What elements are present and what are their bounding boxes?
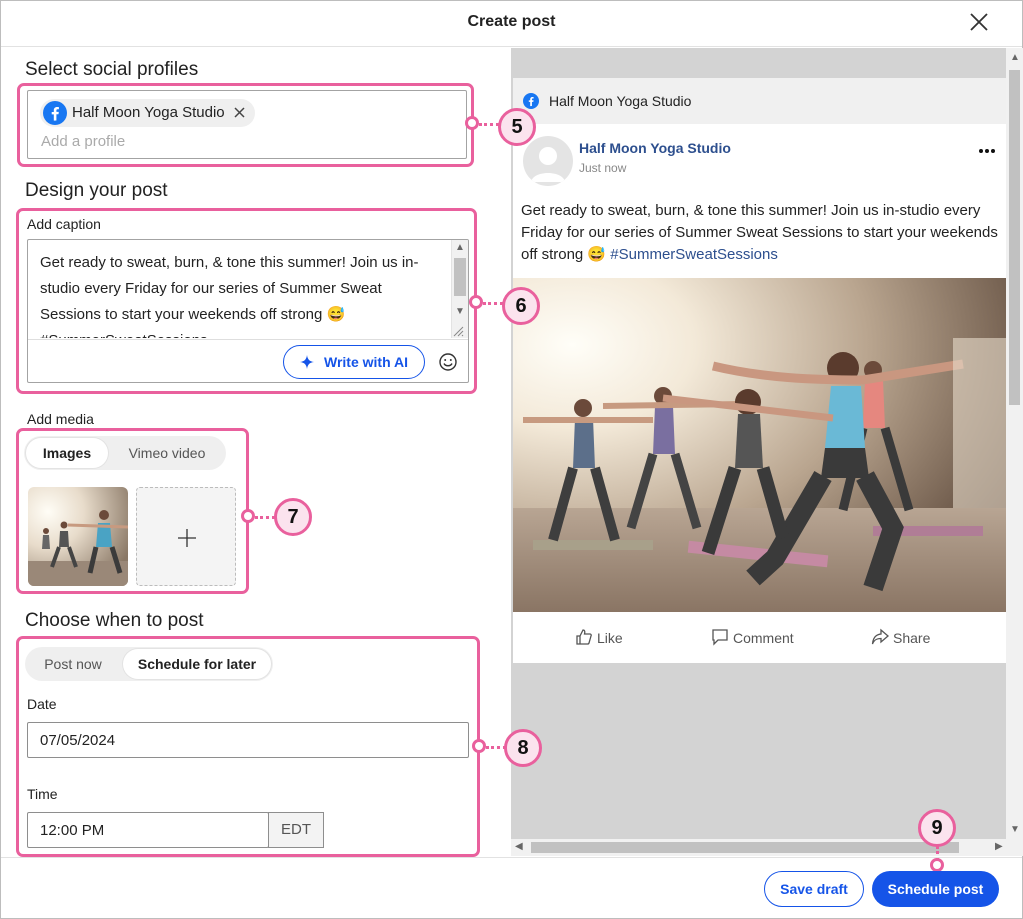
media-label: Add media — [27, 411, 94, 427]
comment-label: Comment — [733, 630, 794, 646]
profile-chip: Half Moon Yoga Studio — [40, 99, 255, 127]
facebook-post-preview: Half Moon Yoga Studio Just now Get ready… — [513, 124, 1006, 663]
remove-profile-icon[interactable] — [233, 106, 246, 119]
caption-textarea[interactable]: Get ready to sweat, burn, & tone this su… — [40, 250, 445, 338]
facebook-icon — [523, 93, 539, 109]
profile-chip-label: Half Moon Yoga Studio — [72, 104, 225, 121]
callout-5-badge: 5 — [498, 108, 536, 146]
more-options-icon[interactable] — [977, 148, 997, 154]
date-input[interactable] — [27, 722, 469, 758]
scroll-up-icon[interactable]: ▲ — [455, 242, 465, 253]
comment-icon — [712, 629, 728, 646]
save-draft-button[interactable]: Save draft — [764, 871, 864, 907]
tab-post-now[interactable]: Post now — [27, 649, 119, 679]
callout-7-line — [255, 516, 275, 519]
thumbs-up-icon — [576, 629, 592, 645]
time-input[interactable] — [27, 812, 269, 848]
post-actions: Like Comment Share — [513, 620, 1006, 656]
preview-page-bar: Half Moon Yoga Studio — [513, 78, 1006, 124]
resize-grip-icon[interactable] — [452, 325, 464, 337]
post-author: Half Moon Yoga Studio — [579, 140, 731, 156]
default-avatar-icon — [531, 147, 565, 182]
scroll-left-icon[interactable]: ◀ — [515, 841, 523, 852]
post-timing-toggle: Post now Schedule for later — [25, 647, 273, 681]
post-timestamp: Just now — [579, 161, 627, 175]
post-image — [513, 278, 1006, 612]
close-icon[interactable] — [968, 11, 990, 33]
add-profile-input[interactable] — [41, 133, 341, 150]
write-with-ai-label: Write with AI — [324, 354, 408, 370]
dialog-title: Create post — [467, 13, 556, 30]
dialog-header: Create post — [1, 1, 1022, 47]
share-button[interactable]: Share — [871, 628, 930, 646]
share-icon — [871, 628, 889, 645]
like-button[interactable]: Like — [575, 628, 623, 646]
share-label: Share — [893, 630, 931, 646]
scroll-down-icon[interactable]: ▼ — [1010, 824, 1020, 835]
callout-6-line — [483, 302, 503, 305]
like-label: Like — [597, 630, 623, 646]
callout-5-dot — [465, 116, 479, 130]
design-heading: Design your post — [25, 180, 168, 201]
caption-editor: Get ready to sweat, burn, & tone this su… — [27, 239, 469, 383]
profile-selector[interactable]: Half Moon Yoga Studio — [27, 90, 467, 159]
media-type-toggle: Images Vimeo video — [24, 436, 226, 470]
schedule-post-button[interactable]: Schedule post — [872, 871, 999, 907]
scroll-down-icon[interactable]: ▼ — [455, 306, 465, 317]
write-with-ai-button[interactable]: Write with AI — [283, 345, 425, 379]
scroll-right-icon[interactable]: ▶ — [995, 841, 1003, 852]
media-thumbnail[interactable] — [28, 487, 128, 586]
callout-6-badge: 6 — [502, 287, 540, 325]
dialog-footer — [1, 857, 1022, 918]
callout-5-line — [479, 123, 499, 126]
yoga-class-photo — [513, 278, 1006, 612]
callout-7-badge: 7 — [274, 498, 312, 536]
caption-scroll-thumb[interactable] — [454, 258, 466, 296]
tab-schedule-later[interactable]: Schedule for later — [123, 649, 271, 679]
callout-6-dot — [469, 295, 483, 309]
profiles-heading: Select social profiles — [25, 59, 199, 80]
tab-images[interactable]: Images — [26, 438, 108, 468]
scroll-up-icon[interactable]: ▲ — [1010, 52, 1020, 63]
time-label: Time — [27, 786, 58, 802]
callout-8-badge: 8 — [504, 729, 542, 767]
create-post-dialog: Create post Select social profiles Half … — [0, 0, 1023, 919]
callout-9-badge: 9 — [918, 809, 956, 847]
post-body: Get ready to sweat, burn, & tone this su… — [521, 200, 999, 266]
preview-scroll-thumb[interactable] — [1009, 70, 1020, 405]
sparkle-icon — [300, 355, 314, 369]
comment-button[interactable]: Comment — [711, 628, 794, 646]
yoga-class-photo — [28, 487, 128, 586]
caption-scrollbar[interactable]: ▲ ▼ — [451, 240, 468, 338]
caption-divider — [28, 339, 468, 340]
avatar — [523, 136, 573, 186]
timezone-label: EDT — [268, 812, 324, 848]
callout-8-line — [486, 746, 506, 749]
callout-8-dot — [472, 739, 486, 753]
date-label: Date — [27, 696, 57, 712]
preview-hscroll-thumb[interactable] — [531, 842, 959, 853]
post-hashtag[interactable]: #SummerSweatSessions — [610, 246, 778, 263]
facebook-icon — [43, 101, 67, 125]
add-media-tile[interactable] — [136, 487, 236, 586]
emoji-icon[interactable] — [438, 352, 458, 372]
preview-vertical-scrollbar[interactable]: ▲ ▼ — [1006, 48, 1023, 839]
schedule-heading: Choose when to post — [25, 610, 204, 631]
callout-7-dot — [241, 509, 255, 523]
plus-icon — [178, 529, 196, 547]
preview-page-name: Half Moon Yoga Studio — [549, 93, 692, 109]
tab-vimeo-video[interactable]: Vimeo video — [112, 438, 222, 468]
caption-label: Add caption — [27, 216, 101, 232]
